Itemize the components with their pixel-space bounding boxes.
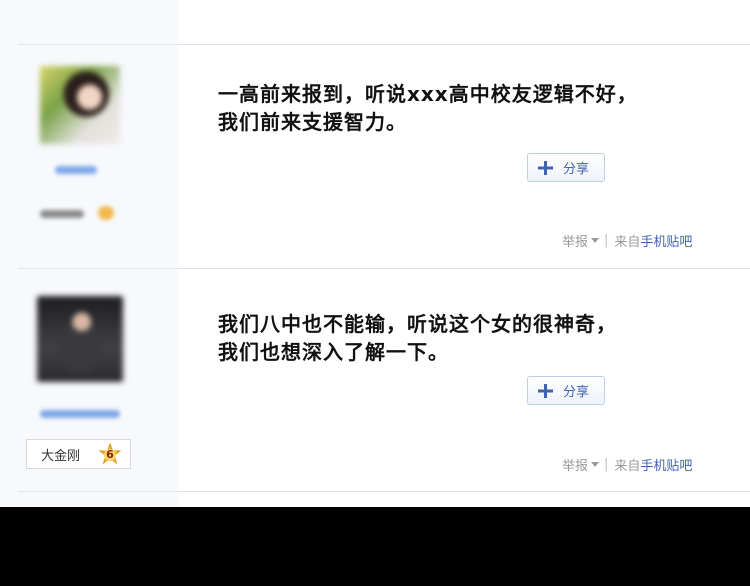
rank-level: 6	[106, 448, 114, 461]
author-avatar[interactable]	[40, 66, 120, 144]
post-divider	[18, 44, 750, 45]
report-dropdown-icon[interactable]	[591, 462, 600, 467]
author-name-blurred[interactable]	[55, 166, 97, 174]
report-link[interactable]: 举报	[562, 231, 588, 250]
post-meta: 举报 | 来自 手机贴吧	[562, 231, 692, 250]
rank-label: 大金刚	[41, 448, 81, 464]
post-meta: 举报 | 来自 手机贴吧	[562, 455, 692, 474]
post-content-line-2: 我们前来支援智力。	[218, 110, 407, 134]
author-avatar[interactable]	[37, 296, 123, 382]
post-divider	[18, 491, 750, 492]
post-divider	[18, 268, 750, 269]
level-badge: 6	[98, 442, 122, 467]
post-content: 一高前来报到，听说xxx高中校友逻辑不好， 我们前来支援智力。	[218, 80, 698, 136]
share-plus-icon	[538, 383, 553, 398]
share-label: 分享	[563, 162, 590, 177]
rank-badge[interactable]: 大金刚 6	[26, 439, 131, 469]
post-content-line-2: 我们也想深入了解一下。	[218, 340, 449, 364]
author-name-blurred[interactable]	[40, 410, 120, 418]
report-link[interactable]: 举报	[562, 455, 588, 474]
meta-separator: |	[604, 457, 609, 472]
level-badge-icon	[98, 206, 114, 220]
source-link[interactable]: 手机贴吧	[640, 455, 692, 474]
report-dropdown-icon[interactable]	[591, 238, 600, 243]
meta-separator: |	[604, 233, 609, 248]
bottom-black-bar	[0, 507, 750, 586]
share-plus-icon	[538, 160, 553, 175]
post-content-line-1: 我们八中也不能输，听说这个女的很神奇，	[218, 312, 617, 336]
post-content: 我们八中也不能输，听说这个女的很神奇， 我们也想深入了解一下。	[218, 310, 698, 366]
share-button[interactable]: 分享	[527, 376, 605, 405]
post-content-line-1: 一高前来报到，听说xxx高中校友逻辑不好，	[218, 82, 638, 106]
from-label: 来自	[614, 235, 641, 250]
from-label: 来自	[614, 459, 641, 474]
source-link[interactable]: 手机贴吧	[640, 231, 692, 250]
share-label: 分享	[563, 385, 590, 400]
share-button[interactable]: 分享	[527, 153, 605, 182]
author-rank-blurred	[40, 210, 84, 218]
